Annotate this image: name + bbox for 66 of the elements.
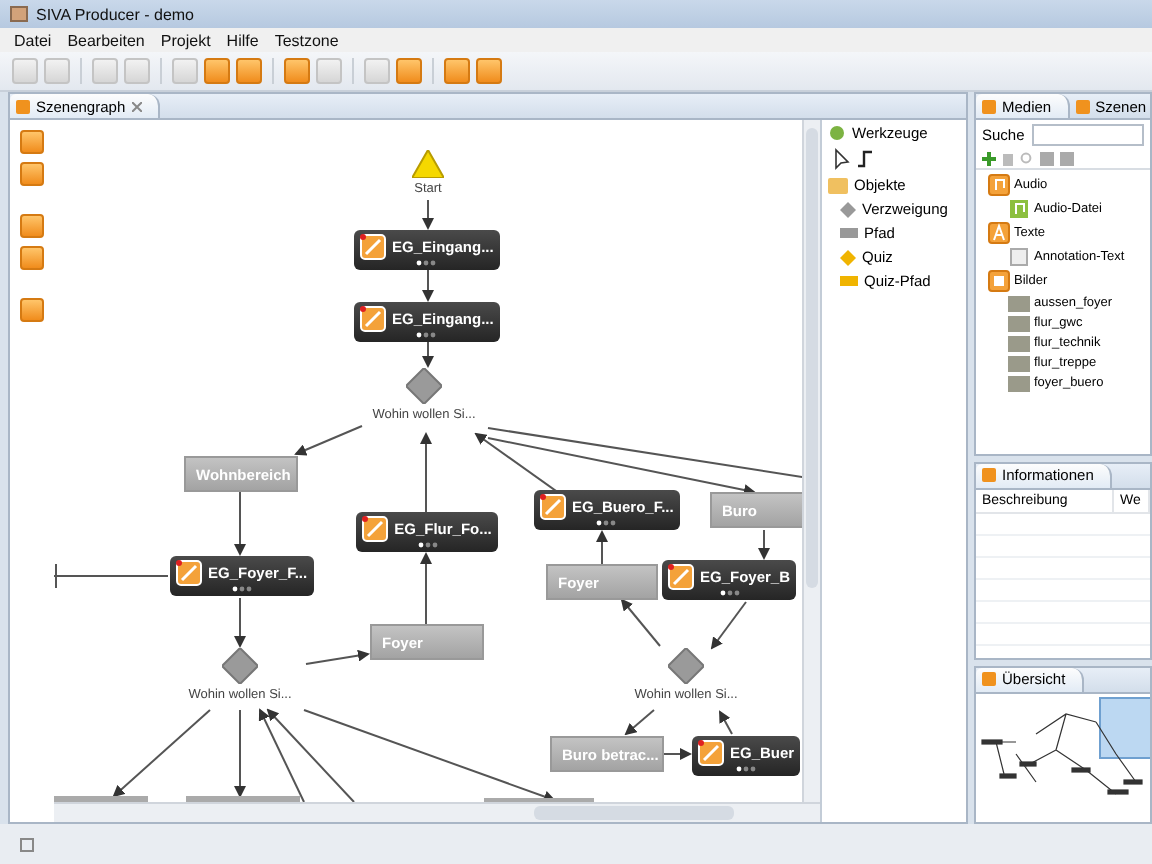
toolbar-button[interactable] [444,58,470,84]
document-icon [1008,246,1030,268]
window-title: SIVA Producer - demo [36,5,194,23]
tab-icon [1075,99,1090,113]
photo-placeholder [1008,335,1030,351]
pencil-icon [362,516,389,542]
page-dots-icon [416,332,437,338]
bar-icon [840,276,858,286]
tab-icon [982,468,996,483]
zoom-in-button[interactable] [20,130,44,154]
page-dots-icon [416,260,437,266]
photo-placeholder [1008,375,1030,391]
tab-icon [982,672,996,687]
bar-icon [840,228,858,238]
info-button[interactable] [20,214,44,238]
vertical-scrollbar[interactable] [802,120,820,802]
pencil-icon [698,740,724,766]
close-icon[interactable] [131,101,142,111]
page-dots-icon [417,542,437,548]
app-icon [10,6,28,22]
diamond-icon[interactable] [668,648,704,684]
toolbar-button[interactable] [284,58,310,84]
pointer-icon[interactable] [834,148,850,170]
pencil-icon [668,564,694,590]
photo-placeholder [1008,295,1030,311]
zoom-out-button[interactable] [20,162,44,186]
page-dots-icon [596,520,617,526]
menu-item[interactable]: Projekt [160,31,211,49]
toolbar-button[interactable] [476,58,502,84]
horizontal-scrollbar[interactable] [54,802,820,822]
diamond-icon[interactable] [222,648,258,684]
export-button[interactable] [20,298,44,322]
search-field[interactable] [1032,124,1144,146]
diamond-icon[interactable] [406,368,442,404]
pencil-icon [360,306,386,332]
tab-icon [16,99,30,113]
music-note-icon [988,174,1010,196]
pencil-icon [176,560,202,586]
trash-icon[interactable] [1002,152,1014,166]
menu-item[interactable]: Hilfe [226,31,259,49]
folder-icon [828,177,848,193]
page-dots-icon [231,586,252,592]
pencil-icon [540,494,566,520]
music-note-icon [1008,198,1030,220]
pencil-icon [360,234,386,260]
toolbar-button[interactable] [204,58,230,84]
picture-frame-icon [988,270,1010,292]
toolbar-button[interactable] [236,58,262,84]
tab-icon [982,99,996,113]
info-button[interactable] [20,246,44,270]
photo-placeholder [1008,355,1030,371]
menu-item[interactable]: Testzone [274,31,339,49]
page-dots-icon [719,590,740,596]
menu-item[interactable]: Bearbeiten [67,31,145,49]
diamond-icon [840,249,856,265]
start-triangle-icon[interactable] [412,150,444,178]
view-icon[interactable] [20,836,36,852]
menu-item[interactable]: Datei [14,31,52,49]
toolbar-button[interactable] [396,58,422,84]
connection-icon[interactable] [856,150,874,168]
diamond-icon [840,201,856,217]
letter-a-icon [988,222,1010,244]
page-dots-icon [736,766,757,772]
photo-placeholder [1008,315,1030,331]
search-icon[interactable] [1020,152,1034,166]
plus-icon[interactable] [982,152,996,166]
